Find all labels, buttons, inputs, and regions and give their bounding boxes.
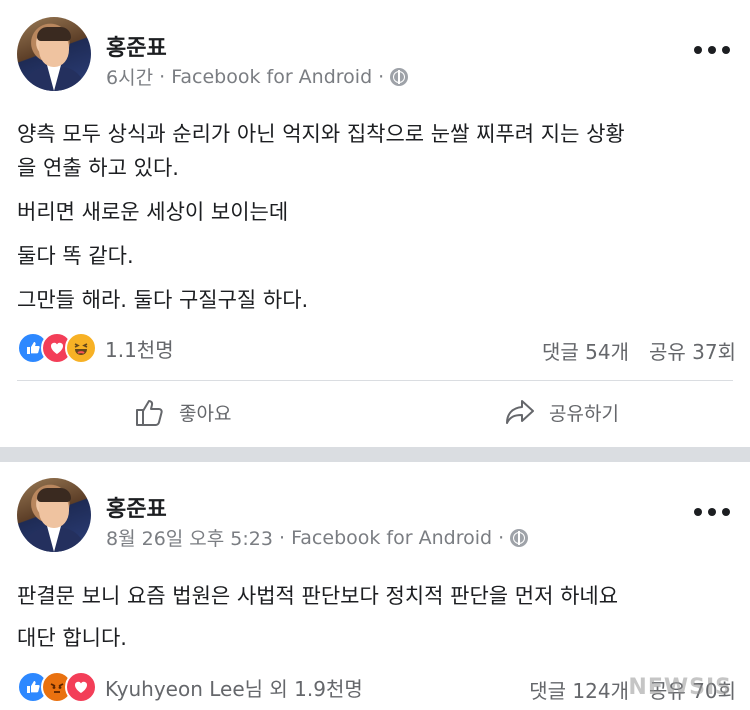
post-card: 홍준표 8월 26일 오후 5:23 · Facebook for Androi… [0,462,750,710]
post-text-line: 둘다 똑 같다. [17,244,134,268]
share-label: 공유하기 [549,402,619,425]
post-stats: 댓글 54개 공유 37회 [542,336,736,365]
author-avatar[interactable] [17,478,91,552]
post-separator [0,447,750,462]
dot-icon [694,508,702,516]
post-text-line: 을 연출 하고 있다. [17,156,179,180]
dot-icon [708,46,716,54]
like-button[interactable]: 좋아요 [133,392,231,432]
author-name[interactable]: 홍준표 [106,491,167,523]
post-time[interactable]: 8월 26일 오후 5:23 [106,524,273,551]
post-source: Facebook for Android [171,65,373,88]
post-text-line: 버리면 새로운 세상이 보이는데 [17,200,289,224]
reaction-summary[interactable]: 1.1천명 [17,332,174,364]
dot-icon [694,46,702,54]
post-text-line: 양측 모두 상식과 순리가 아닌 억지와 집착으로 눈쌀 찌푸려 지는 상황 [17,122,625,146]
share-button[interactable]: 공유하기 [503,392,619,432]
author-name[interactable]: 홍준표 [106,30,167,62]
reaction-count[interactable]: 1.1천명 [105,334,174,363]
dot-icon [722,508,730,516]
post-meta: 8월 26일 오후 5:23 · Facebook for Android · [106,524,529,551]
post-time[interactable]: 6시간 [106,63,153,90]
post-text-line: 판결문 보니 요즘 법원은 사법적 판단보다 정치적 판단을 먼저 하네요 [17,584,619,608]
more-options-button[interactable] [694,45,730,55]
globe-icon [510,528,529,547]
post-text-line: 대단 합니다. [17,626,127,650]
haha-icon [65,332,97,364]
post-meta: 6시간 · Facebook for Android · [106,63,409,90]
divider [17,380,733,381]
share-arrow-icon [506,400,534,424]
thumbs-up-icon [136,400,163,426]
like-label: 좋아요 [179,402,232,425]
dot-icon [708,508,716,516]
comment-count[interactable]: 댓글 124개 [529,679,629,703]
more-options-button[interactable] [694,507,730,517]
reaction-summary[interactable]: Kyuhyeon Lee님 외 1.9천명 [17,671,363,703]
post-source: Facebook for Android [291,526,493,549]
post-text-line: 그만들 해라. 둘다 구질구질 하다. [17,288,309,312]
dot-icon [722,46,730,54]
post-card: 홍준표 6시간 · Facebook for Android · 양측 모두 상… [0,0,750,447]
globe-icon [390,67,409,86]
love-icon [65,671,97,703]
author-avatar[interactable] [17,17,91,91]
share-count[interactable]: 공유 37회 [649,340,736,364]
comment-count[interactable]: 댓글 54개 [542,340,629,364]
newsis-watermark: NEWSIS [628,675,732,700]
reaction-count[interactable]: Kyuhyeon Lee님 외 1.9천명 [105,673,363,702]
